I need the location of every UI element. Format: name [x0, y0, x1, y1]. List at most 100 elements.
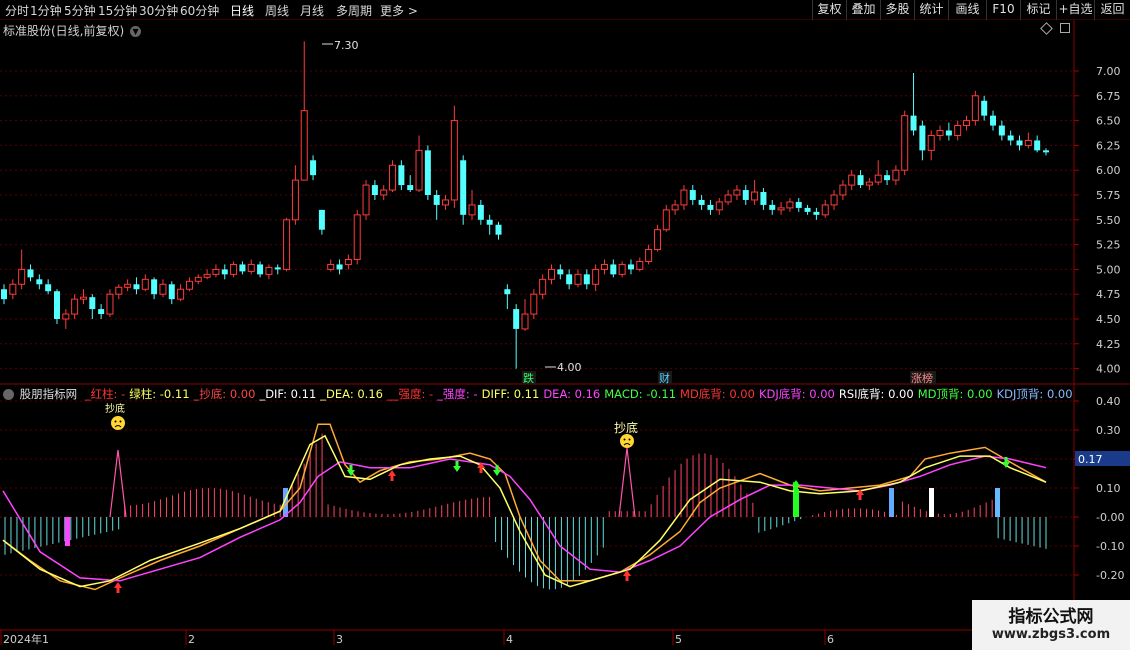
- candle-body-down: [769, 204, 776, 210]
- candle-body-up: [600, 263, 608, 270]
- candle-body-up: [194, 276, 202, 282]
- candle-body-up: [830, 194, 838, 206]
- candle-body-down: [274, 267, 281, 270]
- candle-body-up: [671, 204, 679, 211]
- candle-body-up: [212, 268, 220, 275]
- face-eye: [628, 438, 631, 441]
- candle-body-down: [398, 165, 405, 186]
- candle-body-down: [583, 274, 590, 285]
- price-axis-label: 5.25: [1096, 239, 1121, 252]
- candle-body-up: [530, 293, 538, 315]
- candle-body-up: [79, 296, 87, 300]
- highlight-bar: [929, 488, 934, 517]
- candle-body-down: [45, 284, 52, 292]
- price-axis-label: 5.50: [1096, 214, 1121, 227]
- candle-body-down: [566, 274, 573, 285]
- bottom-spike: [109, 449, 127, 518]
- price-axis-label: 6.50: [1096, 115, 1121, 128]
- candle-body-down: [221, 269, 228, 275]
- date-axis-label: 6: [827, 633, 834, 646]
- indicator-field: __强度: -: [386, 387, 434, 401]
- face-icon: [620, 434, 634, 448]
- dea-line: [2, 455, 1047, 582]
- bottom-spike: [618, 447, 636, 518]
- candle-body-down: [698, 199, 705, 205]
- indicator-field: DIFF: 0.11: [481, 387, 540, 401]
- candle-body-down: [813, 211, 820, 215]
- indicator-field: _DIF: 0.11: [259, 387, 317, 401]
- candle-body-up: [662, 209, 670, 231]
- candle-body-down: [310, 160, 317, 176]
- candle-body-up: [124, 283, 132, 288]
- face-eye: [114, 420, 117, 423]
- candle-body-up: [839, 184, 847, 196]
- candle-body-down: [460, 160, 467, 215]
- candle-body-up: [450, 120, 458, 201]
- candle-body-down: [919, 125, 926, 151]
- candle-body-up: [177, 288, 185, 300]
- indicator-field: MACD: -0.11: [604, 387, 677, 401]
- candle-body-up: [415, 149, 423, 191]
- chart-canvas[interactable]: 7.00 6.75 6.50 6.25 6.00 5.75 5.50 5.25 5.00 4.75…: [0, 0, 1130, 650]
- candle-body-down: [53, 291, 60, 319]
- candle-body-down: [133, 284, 140, 290]
- low-price-label: 4.00: [557, 361, 582, 374]
- watermark: 指标公式网 www.zbgs3.com: [972, 600, 1130, 650]
- price-axis-label: 6.25: [1096, 139, 1121, 152]
- down-arrow-icon: [453, 461, 461, 472]
- indicator-axis-label: 0.40: [1096, 395, 1121, 408]
- indicator-header: 股朋指标网 _红柱: - 绿柱: -0.11 _抄底: 0.00 _DIF: 0.11…: [0, 386, 1081, 402]
- current-value-text: 0.17: [1078, 453, 1103, 466]
- candle-body-down: [89, 297, 96, 310]
- candle-body-down: [371, 185, 378, 195]
- candle-body-up: [636, 260, 644, 270]
- indicator-field: RSI底背: 0.00: [838, 387, 914, 401]
- candle-body-down: [336, 264, 343, 270]
- price-axis-label: 6.75: [1096, 90, 1121, 103]
- candle-body-up: [733, 189, 741, 196]
- candle-body-up: [9, 283, 17, 295]
- candle-body-down: [760, 192, 767, 205]
- highlight-bar: [65, 517, 70, 546]
- candle-body-up: [547, 268, 555, 280]
- candle-body-down: [1034, 140, 1041, 151]
- candle-body-up: [724, 194, 732, 203]
- candle-body-up: [680, 189, 688, 206]
- candle-body-up: [247, 263, 255, 272]
- candle-body-up: [751, 191, 759, 201]
- candle-body-up: [230, 263, 238, 275]
- event-tag-text: 涨榜: [911, 371, 933, 385]
- indicator-axis-label: -0.20: [1096, 569, 1124, 582]
- candle-body-up: [18, 268, 26, 285]
- candle-body-up: [380, 189, 388, 196]
- indicator-axis-label: 0.10: [1096, 482, 1121, 495]
- candle-body-down: [168, 284, 175, 300]
- candle-body-up: [353, 214, 361, 260]
- indicator-field: 绿柱: -0.11: [129, 387, 190, 401]
- candle-body-down: [689, 190, 696, 200]
- date-axis-label: 5: [675, 633, 682, 646]
- candle-body-down: [504, 289, 511, 295]
- candle-body-down: [407, 185, 414, 191]
- date-axis-label: 2024年1: [3, 632, 49, 646]
- high-price-label: 7.30: [334, 39, 359, 52]
- indicator-field: MD顶背: 0.00: [917, 387, 993, 401]
- candle-body-down: [36, 279, 43, 285]
- indicator-collapse-icon[interactable]: [3, 389, 14, 400]
- candle-body-up: [848, 174, 856, 186]
- signal-label: 抄底: [105, 402, 125, 415]
- candle-body-up: [971, 95, 979, 122]
- candle-body-down: [742, 190, 749, 200]
- candle-body-up: [265, 266, 273, 275]
- price-axis-label: 5.75: [1096, 189, 1121, 202]
- candle-body-up: [141, 278, 149, 290]
- candle-body-up: [653, 229, 661, 251]
- candle-body-up: [786, 201, 794, 209]
- price-axis-label: 4.50: [1096, 313, 1121, 326]
- candle-body-up: [539, 278, 547, 295]
- indicator-field: _强度: -: [437, 387, 478, 401]
- candle-body-down: [486, 219, 493, 225]
- indicator-field: MD底背: 0.00: [680, 387, 755, 401]
- candle-body-down: [1007, 135, 1014, 141]
- candle-body-down: [1043, 150, 1049, 153]
